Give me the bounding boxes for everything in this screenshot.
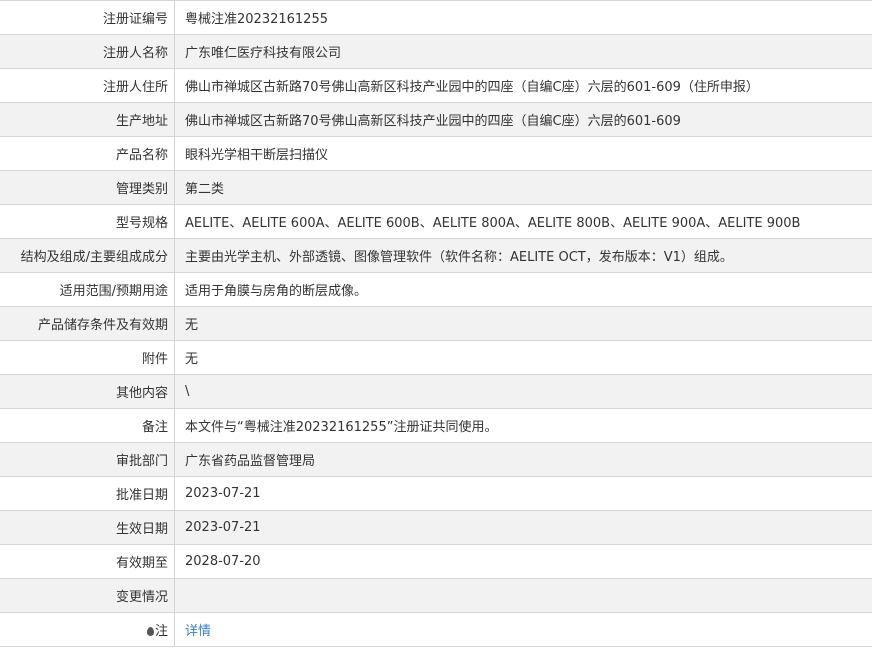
details-link[interactable]: 详情 — [185, 624, 211, 639]
row-other-content: 其他内容 \ — [0, 374, 872, 409]
row-valid-until: 有效期至 2028-07-20 — [0, 544, 872, 579]
row-value: 第二类 — [174, 170, 872, 205]
row-value: 2023-07-21 — [174, 510, 872, 545]
row-label: 生产地址 — [0, 102, 175, 137]
row-label: 型号规格 — [0, 204, 175, 239]
note-label: 注 — [154, 624, 168, 639]
row-value: 本文件与“粤械注准20232161255”注册证共同使用。 — [174, 408, 872, 443]
row-label: 备注 — [0, 408, 175, 443]
row-value: 广东省药品监督管理局 — [174, 442, 872, 477]
row-label: 适用范围/预期用途 — [0, 272, 175, 307]
row-value: 广东唯仁医疗科技有限公司 — [174, 34, 872, 69]
row-structure-composition: 结构及组成/主要组成成分 主要由光学主机、外部透镜、图像管理软件（软件名称：AE… — [0, 238, 872, 273]
row-value — [174, 578, 872, 613]
row-value: 2023-07-21 — [174, 476, 872, 511]
row-management-category: 管理类别 第二类 — [0, 170, 872, 205]
row-value: 佛山市禅城区古新路70号佛山高新区科技产业园中的四座（自编C座）六层的601-6… — [174, 102, 872, 137]
row-value: 主要由光学主机、外部透镜、图像管理软件（软件名称：AELITE OCT，发布版本… — [174, 238, 872, 273]
row-label: 注册人住所 — [0, 68, 175, 103]
row-label: 产品储存条件及有效期 — [0, 306, 175, 341]
row-value: 适用于角膜与房角的断层成像。 — [174, 272, 872, 307]
pin-icon — [146, 627, 154, 636]
row-effective-date: 生效日期 2023-07-21 — [0, 510, 872, 545]
row-label: 有效期至 — [0, 544, 175, 579]
row-label: 结构及组成/主要组成成分 — [0, 238, 175, 273]
row-value: 详情 — [174, 612, 872, 647]
row-value: 粤械注准20232161255 — [174, 0, 872, 35]
row-attachments: 附件 无 — [0, 340, 872, 375]
row-label: 注 — [0, 612, 175, 647]
row-label: 附件 — [0, 340, 175, 375]
row-registrant-address: 注册人住所 佛山市禅城区古新路70号佛山高新区科技产业园中的四座（自编C座）六层… — [0, 68, 872, 103]
row-value: \ — [174, 374, 872, 409]
row-remarks: 备注 本文件与“粤械注准20232161255”注册证共同使用。 — [0, 408, 872, 443]
row-intended-use: 适用范围/预期用途 适用于角膜与房角的断层成像。 — [0, 272, 872, 307]
row-value: 佛山市禅城区古新路70号佛山高新区科技产业园中的四座（自编C座）六层的601-6… — [174, 68, 872, 103]
row-storage-conditions: 产品储存条件及有效期 无 — [0, 306, 872, 341]
row-label: 审批部门 — [0, 442, 175, 477]
row-label: 管理类别 — [0, 170, 175, 205]
row-value: 眼科光学相干断层扫描仪 — [174, 136, 872, 171]
row-value: 无 — [174, 340, 872, 375]
row-registrant-name: 注册人名称 广东唯仁医疗科技有限公司 — [0, 34, 872, 69]
row-label: 注册证编号 — [0, 0, 175, 35]
row-model-specification: 型号规格 AELITE、AELITE 600A、AELITE 600B、AELI… — [0, 204, 872, 239]
row-value: 2028-07-20 — [174, 544, 872, 579]
row-approval-date: 批准日期 2023-07-21 — [0, 476, 872, 511]
row-registration-number: 注册证编号 粤械注准20232161255 — [0, 0, 872, 35]
row-label: 其他内容 — [0, 374, 175, 409]
row-approval-department: 审批部门 广东省药品监督管理局 — [0, 442, 872, 477]
row-note: 注 详情 — [0, 612, 872, 647]
registration-table: 注册证编号 粤械注准20232161255 注册人名称 广东唯仁医疗科技有限公司… — [0, 0, 872, 647]
row-value: AELITE、AELITE 600A、AELITE 600B、AELITE 80… — [174, 204, 872, 239]
row-product-name: 产品名称 眼科光学相干断层扫描仪 — [0, 136, 872, 171]
row-label: 变更情况 — [0, 578, 175, 613]
row-label: 注册人名称 — [0, 34, 175, 69]
row-change-status: 变更情况 — [0, 578, 872, 613]
row-label: 批准日期 — [0, 476, 175, 511]
row-value: 无 — [174, 306, 872, 341]
row-label: 产品名称 — [0, 136, 175, 171]
row-label: 生效日期 — [0, 510, 175, 545]
row-production-address: 生产地址 佛山市禅城区古新路70号佛山高新区科技产业园中的四座（自编C座）六层的… — [0, 102, 872, 137]
